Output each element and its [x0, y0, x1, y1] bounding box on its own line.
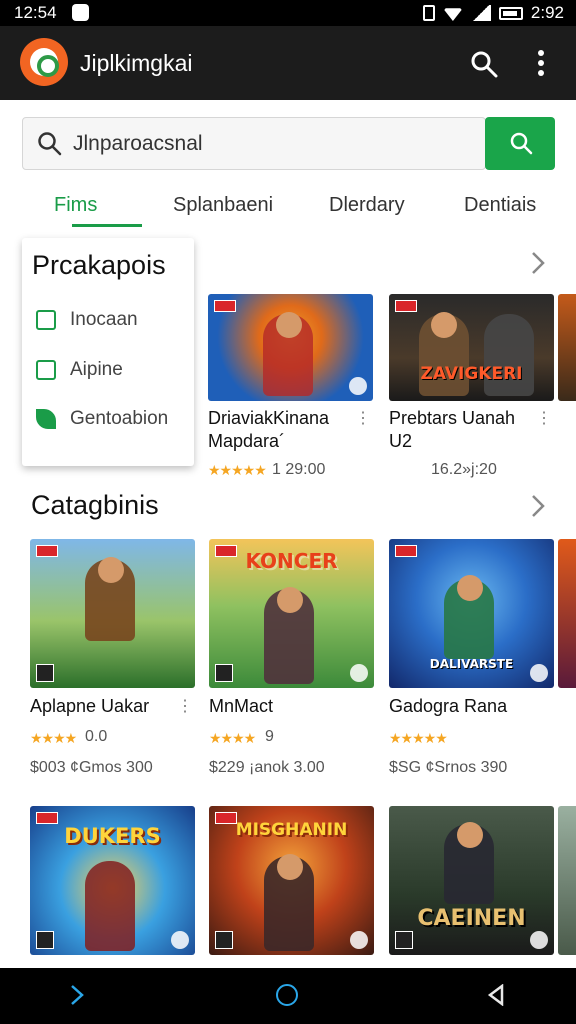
page-icon: [36, 360, 56, 380]
status-bar: 12:54 2:92: [0, 0, 576, 26]
game-card[interactable]: ZAVIGKERI Prebtars Uanah U2 ⋮ 16.2»j:20: [389, 294, 554, 484]
game-art-title: DUKERS: [64, 824, 161, 848]
dropdown-item-inocaan[interactable]: Inocaan: [36, 306, 194, 336]
more-icon[interactable]: ⋮: [355, 408, 371, 428]
game-card[interactable]: KONCER MnMact ★★★★ 9 $229 ¡anok 3.00: [209, 539, 374, 779]
tab-dentiais[interactable]: Dentiais: [464, 194, 536, 217]
game-name: Aplapne Uakar: [30, 696, 150, 716]
search-icon: [510, 132, 533, 155]
price-text: $003 ¢Gmos 300: [30, 759, 153, 776]
signal-icon: [470, 5, 491, 21]
dropdown-item-label: Inocaan: [70, 309, 138, 330]
game-art-title: DALIVARSTE: [429, 657, 514, 671]
vibrate-icon: [422, 5, 435, 21]
rating-stars: ★★★★: [30, 730, 77, 746]
game-art-title: CAEINEN: [417, 906, 526, 931]
rating-value: 0.0: [85, 728, 108, 745]
chevron-right-icon[interactable]: [530, 250, 546, 276]
search-icon[interactable]: [470, 50, 498, 78]
game-name: DriaviakKinana Mapdara´: [208, 408, 330, 451]
system-nav-bar: [0, 968, 576, 1024]
square-icon: [36, 310, 56, 330]
app-logo-icon[interactable]: [20, 38, 68, 86]
game-name: Gadogra Rana: [389, 696, 508, 716]
battery-icon: [498, 6, 523, 20]
game-thumbnail: [558, 294, 576, 401]
category-dropdown: Prcakapois Inocaan Aipine Gentoabion: [22, 238, 194, 466]
rating-stars: ★★★★★: [208, 462, 267, 478]
game-card-partial[interactable]: [558, 806, 576, 955]
rating-stars: ★★★★★: [389, 730, 448, 746]
more-icon[interactable]: ⋮: [177, 696, 193, 716]
status-icons: 2:92: [422, 3, 564, 23]
back-icon[interactable]: [68, 984, 86, 1006]
rating-value: 16.2»j:20: [431, 461, 497, 478]
tab-fims[interactable]: Fims: [54, 194, 97, 217]
game-name: MnMact: [209, 696, 274, 716]
search-button[interactable]: [485, 117, 555, 170]
tab-dlerdary[interactable]: Dlerdary: [329, 194, 405, 217]
search-icon: [38, 132, 62, 156]
search-input[interactable]: [73, 126, 473, 162]
game-card[interactable]: Aplapne Uakar ⋮ ★★★★ 0.0 $003 ¢Gmos 300: [30, 539, 195, 779]
rating-stars: ★★★★: [209, 730, 256, 746]
game-card[interactable]: DriaviakKinana Mapdara´ ⋮ ★★★★★ 1 29:00: [208, 294, 373, 484]
recent-icon[interactable]: [486, 984, 506, 1006]
game-thumbnail: KONCER: [209, 539, 374, 688]
game-art-title: ZAVIGKERI: [420, 364, 523, 384]
game-thumbnail: [558, 539, 576, 688]
price-text: $229 ¡anok 3.00: [209, 759, 325, 776]
app-bar: Jiplkimgkai: [0, 26, 576, 100]
wifi-icon: [442, 8, 463, 21]
game-thumbnail: MISGHANIN: [209, 806, 374, 955]
dropdown-item-label: Gentoabion: [70, 408, 169, 429]
game-card[interactable]: DUKERS: [30, 806, 195, 956]
game-card[interactable]: DALIVARSTE Gadogra Rana ★★★★★ $SG ¢Srnos…: [389, 539, 554, 779]
rating-value: 9: [265, 728, 274, 745]
game-thumbnail: [558, 806, 576, 955]
dropdown-title: Prcakapois: [32, 250, 166, 280]
app-title: Jiplkimgkai: [80, 50, 193, 76]
game-thumbnail: [30, 539, 195, 688]
section-title-categories: Catagbinis: [31, 490, 159, 520]
chevron-right-icon[interactable]: [530, 493, 546, 519]
game-card[interactable]: CAEINEN: [389, 806, 554, 956]
game-thumbnail: [208, 294, 373, 401]
game-card-partial[interactable]: [558, 294, 576, 401]
tab-indicator: [72, 224, 142, 227]
home-icon[interactable]: [276, 984, 298, 1006]
status-clock: 2:92: [530, 3, 564, 22]
dropdown-item-label: Aipine: [70, 359, 123, 380]
notification-icon: [72, 4, 89, 21]
dropdown-item-gentoabion[interactable]: Gentoabion: [36, 405, 194, 435]
tab-bar: Fims Splanbaeni Dlerdary Dentiais: [0, 190, 576, 230]
game-thumbnail: CAEINEN: [389, 806, 554, 955]
price-text: $SG ¢Srnos 390: [389, 759, 508, 776]
more-vert-icon[interactable]: [537, 50, 545, 76]
dropdown-item-aipine[interactable]: Aipine: [36, 356, 194, 386]
game-thumbnail: DALIVARSTE: [389, 539, 554, 688]
game-card-partial[interactable]: [558, 539, 576, 688]
rating-value: 1 29:00: [272, 461, 326, 478]
tab-splanbaeni[interactable]: Splanbaeni: [173, 194, 273, 217]
status-time: 12:54: [14, 3, 57, 22]
game-card[interactable]: MISGHANIN: [209, 806, 374, 956]
search-field[interactable]: [22, 117, 486, 170]
more-icon[interactable]: ⋮: [536, 408, 552, 428]
game-name: Prebtars Uanah U2: [389, 408, 516, 451]
leaf-icon: [36, 409, 56, 429]
game-thumbnail: ZAVIGKERI: [389, 294, 554, 401]
game-thumbnail: DUKERS: [30, 806, 195, 955]
